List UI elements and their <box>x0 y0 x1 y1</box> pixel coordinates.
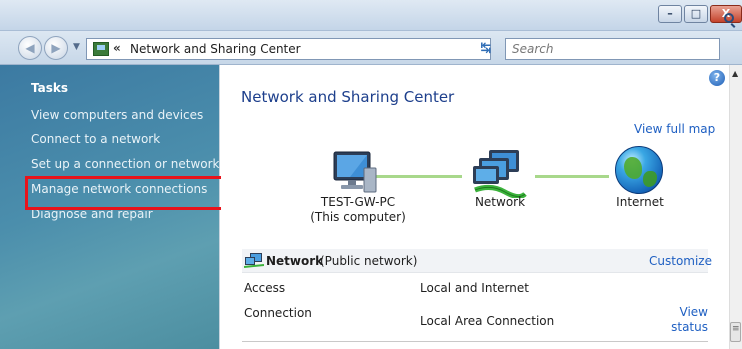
highlight-box <box>25 176 227 210</box>
scroll-up-icon[interactable]: ▲ <box>732 69 738 78</box>
search-input[interactable] <box>512 40 692 58</box>
network-type: (Public network) <box>320 254 418 268</box>
network-label: Network <box>474 195 526 209</box>
computer-note-label: (This computer) <box>310 210 406 224</box>
window-title-bar <box>0 0 742 31</box>
navigation-bar: ◀ ▶ ▼ « Network and Sharing Center ▼ ↹ <box>0 31 742 65</box>
network-icon[interactable] <box>471 148 527 198</box>
forward-icon: ▶ <box>51 41 61 55</box>
access-value: Local and Internet <box>420 281 529 295</box>
map-connection-line <box>376 175 462 178</box>
maximize-button[interactable]: □ <box>684 5 708 23</box>
refresh-icon[interactable]: ↹ <box>474 39 498 59</box>
customize-link[interactable]: Customize <box>649 254 712 268</box>
task-view-computers[interactable]: View computers and devices <box>31 108 203 122</box>
section-divider <box>242 341 708 342</box>
connection-label: Connection <box>244 306 312 320</box>
task-setup-connection[interactable]: Set up a connection or network <box>31 157 219 171</box>
connection-value: Local Area Connection <box>420 314 555 328</box>
search-box[interactable] <box>505 38 720 60</box>
view-status-link[interactable]: View status <box>668 305 708 335</box>
globe-icon[interactable] <box>615 146 663 194</box>
address-path[interactable]: Network and Sharing Center <box>130 42 301 56</box>
back-button[interactable]: ◀ <box>18 36 42 60</box>
map-connection-line <box>535 175 609 178</box>
tasks-heading: Tasks <box>31 81 69 95</box>
access-label: Access <box>244 281 286 295</box>
maximize-icon: □ <box>690 7 702 20</box>
address-bar[interactable]: « Network and Sharing Center ▼ <box>86 38 550 61</box>
computer-name-label: TEST-GW-PC <box>320 195 396 209</box>
task-connect-network[interactable]: Connect to a network <box>31 132 160 146</box>
address-separator[interactable]: « <box>113 41 121 55</box>
network-folder-icon <box>93 42 109 56</box>
back-icon: ◀ <box>25 41 35 55</box>
recent-pages-dropdown[interactable]: ▼ <box>73 42 80 52</box>
vertical-scrollbar[interactable] <box>729 65 742 349</box>
minimize-button[interactable]: – <box>658 5 682 23</box>
computer-monitor-icon[interactable] <box>330 148 380 196</box>
view-full-map-link[interactable]: View full map <box>634 122 715 136</box>
minimize-icon: – <box>667 7 673 20</box>
search-icon[interactable] <box>724 13 734 23</box>
scroll-thumb[interactable] <box>730 322 741 342</box>
help-icon[interactable]: ? <box>709 70 725 86</box>
network-name: Network <box>266 254 324 268</box>
internet-label: Internet <box>616 195 664 209</box>
network-small-icon <box>244 253 264 268</box>
page-title: Network and Sharing Center <box>241 88 455 106</box>
forward-button[interactable]: ▶ <box>44 36 68 60</box>
